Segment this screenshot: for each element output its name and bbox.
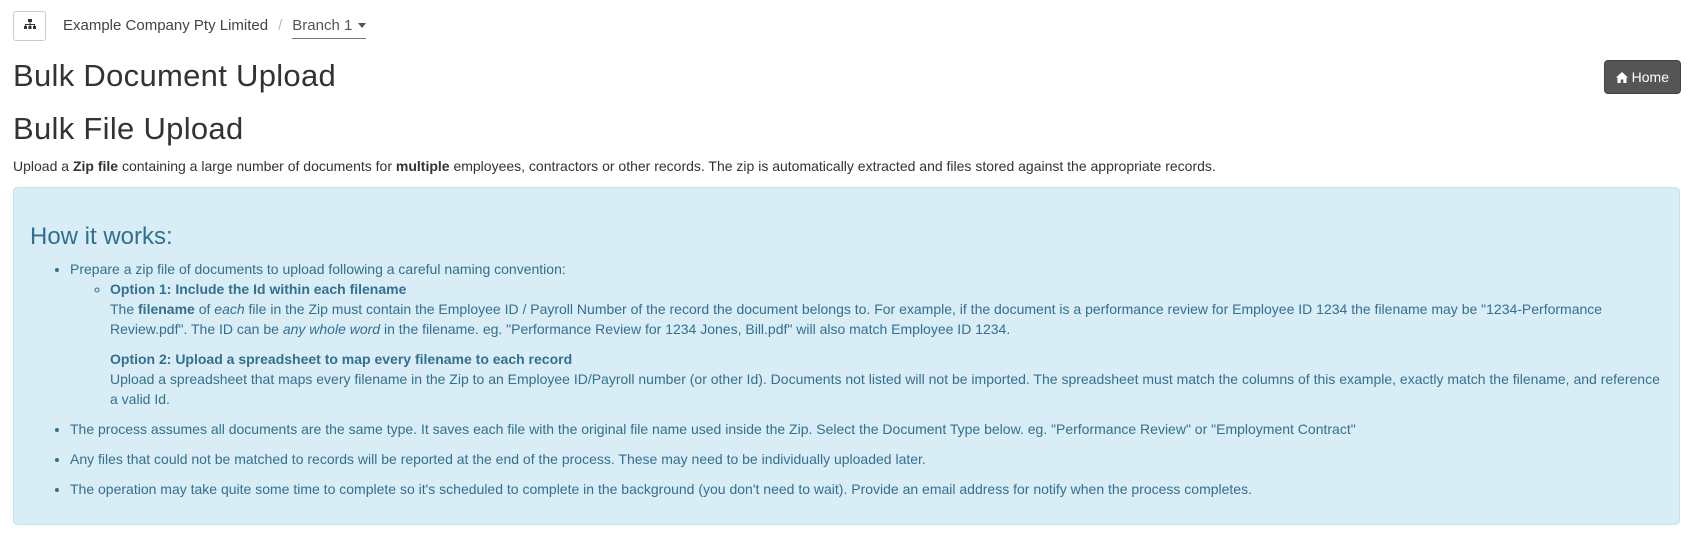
- breadcrumb-company[interactable]: Example Company Pty Limited: [63, 17, 268, 34]
- caret-down-icon: [358, 22, 367, 28]
- intro-text-part: employees, contractors or other records.…: [449, 158, 1216, 174]
- how-it-works-heading: How it works:: [30, 223, 173, 250]
- option2-body: Upload a spreadsheet that maps every fil…: [110, 371, 1660, 407]
- step-text: The process assumes all documents are th…: [70, 421, 1356, 437]
- options-list: Option 1: Include the Id within each fil…: [70, 279, 1663, 409]
- home-button-label: Home: [1631, 69, 1669, 85]
- section-title: Bulk File Upload: [13, 111, 244, 146]
- option-item: Option 1: Include the Id within each fil…: [110, 279, 1663, 409]
- step-text: Prepare a zip file of documents to uploa…: [70, 261, 566, 277]
- intro-multiple: multiple: [395, 158, 450, 174]
- breadcrumb-separator: /: [278, 17, 283, 34]
- list-item: The process assumes all documents are th…: [70, 419, 1663, 439]
- option1-any-whole-word: any whole word: [282, 321, 381, 337]
- intro-text: Upload a Zip file containing a large num…: [13, 158, 1216, 174]
- option1-each: each: [214, 301, 245, 317]
- list-item: Prepare a zip file of documents to uploa…: [70, 259, 1663, 409]
- breadcrumb: Example Company Pty Limited / Branch 1: [13, 10, 367, 41]
- intro-zip-file: Zip file: [72, 158, 119, 174]
- how-it-works-list: Prepare a zip file of documents to uploa…: [30, 259, 1663, 499]
- step-text: The operation may take quite some time t…: [70, 481, 1252, 497]
- intro-text-part: Upload a: [13, 158, 73, 174]
- list-item: Any files that could not be matched to r…: [70, 449, 1663, 469]
- sitemap-icon: [23, 17, 36, 35]
- step-text: Any files that could not be matched to r…: [70, 451, 926, 467]
- option1-text-part: The: [110, 301, 139, 317]
- option1-title: Option 1: Include the Id within each fil…: [110, 281, 407, 297]
- org-chart-button[interactable]: [13, 10, 46, 41]
- home-button[interactable]: Home: [1603, 60, 1681, 94]
- option1-text-part: in the filename. eg. "Performance Review…: [380, 321, 1011, 337]
- branch-dropdown[interactable]: Branch 1: [292, 16, 367, 39]
- how-it-works-panel: How it works: Prepare a zip file of docu…: [13, 187, 1680, 525]
- home-icon: [1615, 71, 1628, 83]
- option1-text-part: of: [194, 301, 215, 317]
- option1-body: The filename of each file in the Zip mus…: [110, 299, 1663, 339]
- intro-text-part: containing a large number of documents f…: [118, 158, 396, 174]
- branch-dropdown-label: Branch 1: [292, 16, 353, 34]
- option2-title: Option 2: Upload a spreadsheet to map ev…: [110, 351, 573, 367]
- option1-filename: filename: [138, 301, 195, 317]
- page: Example Company Pty Limited / Branch 1 B…: [0, 0, 1694, 536]
- list-item: The operation may take quite some time t…: [70, 479, 1663, 499]
- page-title: Bulk Document Upload: [13, 58, 337, 93]
